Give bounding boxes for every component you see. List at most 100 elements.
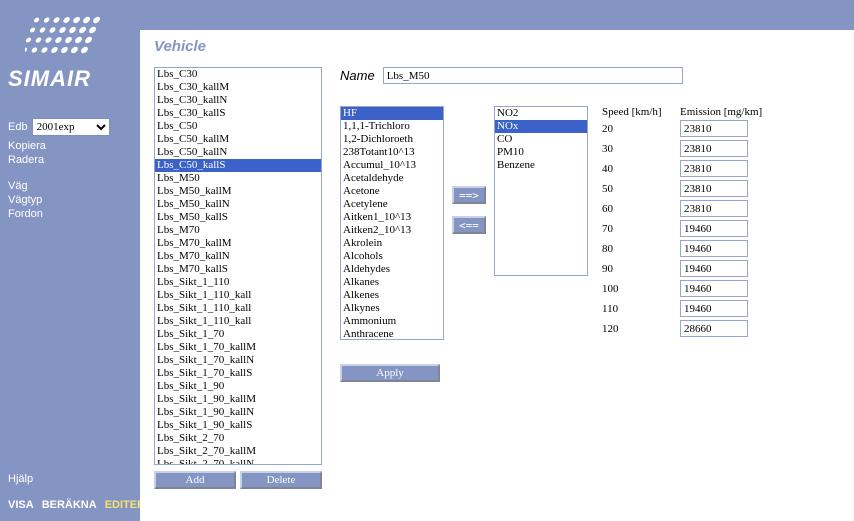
add-button[interactable]: Add xyxy=(154,471,236,489)
vehicle-option[interactable]: Lbs_C30_kallM xyxy=(155,81,321,94)
selected-substances-list[interactable]: NO2NOxCOPM10Benzene xyxy=(494,106,588,276)
available-option[interactable]: Alkanes xyxy=(341,276,443,289)
name-label: Name xyxy=(340,68,375,83)
available-option[interactable]: Ammonium xyxy=(341,315,443,328)
emission-row: 50 xyxy=(602,180,762,197)
mode-link-visa[interactable]: VISA xyxy=(8,499,34,511)
vehicle-option[interactable]: Lbs_C30 xyxy=(155,68,321,81)
help-link[interactable]: Hjälp xyxy=(8,473,153,485)
emission-input[interactable] xyxy=(680,120,748,137)
selected-option[interactable]: Benzene xyxy=(495,159,587,172)
emission-input[interactable] xyxy=(680,220,748,237)
available-option[interactable]: Aitken2_10^13 xyxy=(341,224,443,237)
vehicle-option[interactable]: Lbs_M50_kallN xyxy=(155,198,321,211)
mode-link-beräkna[interactable]: BERÄKNA xyxy=(42,499,97,511)
vehicle-option[interactable]: Lbs_C30_kallS xyxy=(155,107,321,120)
speed-cell: 50 xyxy=(602,183,680,195)
available-option[interactable]: Alcohols xyxy=(341,250,443,263)
side-link-fordon[interactable]: Fordon xyxy=(8,208,132,220)
vehicle-option[interactable]: Lbs_Sikt_2_70_kallM xyxy=(155,445,321,458)
available-option[interactable]: 1,2-Dichloroeth xyxy=(341,133,443,146)
available-option[interactable]: Accumul_10^13 xyxy=(341,159,443,172)
emission-row: 100 xyxy=(602,280,762,297)
emission-input[interactable] xyxy=(680,140,748,157)
vehicle-option[interactable]: Lbs_M70 xyxy=(155,224,321,237)
available-option[interactable]: 238Totant10^13 xyxy=(341,146,443,159)
side-link-radera[interactable]: Radera xyxy=(8,154,132,166)
page-title: Vehicle xyxy=(154,38,840,55)
vehicle-option[interactable]: Lbs_M50_kallM xyxy=(155,185,321,198)
available-option[interactable]: Acetylene xyxy=(341,198,443,211)
move-right-button[interactable]: ==> xyxy=(452,186,486,204)
side-link-väg[interactable]: Väg xyxy=(8,180,132,192)
emission-input[interactable] xyxy=(680,320,748,337)
vehicle-option[interactable]: Lbs_Sikt_1_110_kall xyxy=(155,302,321,315)
selected-option[interactable]: PM10 xyxy=(495,146,587,159)
vehicle-option[interactable]: Lbs_Sikt_1_110_kall xyxy=(155,315,321,328)
vehicle-option[interactable]: Lbs_C50_kallM xyxy=(155,133,321,146)
vehicle-option[interactable]: Lbs_C50 xyxy=(155,120,321,133)
speed-header: Speed [km/h] xyxy=(602,106,680,118)
emission-row: 70 xyxy=(602,220,762,237)
selected-option[interactable]: CO xyxy=(495,133,587,146)
emission-input[interactable] xyxy=(680,300,748,317)
side-link-vägtyp[interactable]: Vägtyp xyxy=(8,194,132,206)
vehicle-option[interactable]: Lbs_C50_kallN xyxy=(155,146,321,159)
side-link-kopiera[interactable]: Kopiera xyxy=(8,140,132,152)
vehicle-option[interactable]: Lbs_Sikt_1_90_kallS xyxy=(155,419,321,432)
emission-input[interactable] xyxy=(680,280,748,297)
available-option[interactable]: Acetone xyxy=(341,185,443,198)
available-option[interactable]: Akrolein xyxy=(341,237,443,250)
vehicle-option[interactable]: Lbs_Sikt_1_90_kallM xyxy=(155,393,321,406)
emission-input[interactable] xyxy=(680,240,748,257)
emission-input[interactable] xyxy=(680,200,748,217)
logo-dots-icon xyxy=(25,10,115,60)
vehicle-option[interactable]: Lbs_Sikt_1_90 xyxy=(155,380,321,393)
speed-cell: 20 xyxy=(602,123,680,135)
available-option[interactable]: Alkynes xyxy=(341,302,443,315)
vehicle-option[interactable]: Lbs_M70_kallN xyxy=(155,250,321,263)
move-left-button[interactable]: <== xyxy=(452,216,486,234)
emission-input[interactable] xyxy=(680,180,748,197)
vehicle-option[interactable]: Lbs_Sikt_1_110_kall xyxy=(155,289,321,302)
vehicle-option[interactable]: Lbs_Sikt_1_70_kallN xyxy=(155,354,321,367)
vehicle-list[interactable]: Lbs_C30Lbs_C30_kallMLbs_C30_kallNLbs_C30… xyxy=(154,67,322,465)
selected-option[interactable]: NO2 xyxy=(495,107,587,120)
available-option[interactable]: Alkenes xyxy=(341,289,443,302)
edb-select[interactable]: 2001exp xyxy=(32,118,110,136)
delete-button[interactable]: Delete xyxy=(240,471,322,489)
available-option[interactable]: Acetaldehyde xyxy=(341,172,443,185)
emission-row: 80 xyxy=(602,240,762,257)
emission-input[interactable] xyxy=(680,260,748,277)
speed-cell: 120 xyxy=(602,323,680,335)
speed-cell: 40 xyxy=(602,163,680,175)
emission-row: 120 xyxy=(602,320,762,337)
vehicle-option[interactable]: Lbs_Sikt_1_110 xyxy=(155,276,321,289)
vehicle-option[interactable]: Lbs_M70_kallM xyxy=(155,237,321,250)
speed-cell: 60 xyxy=(602,203,680,215)
vehicle-option[interactable]: Lbs_Sikt_1_70_kallM xyxy=(155,341,321,354)
name-input[interactable] xyxy=(383,67,683,84)
vehicle-option[interactable]: Lbs_C30_kallN xyxy=(155,94,321,107)
emission-input[interactable] xyxy=(680,160,748,177)
available-option[interactable]: Anthracene xyxy=(341,328,443,340)
vehicle-option[interactable]: Lbs_M50 xyxy=(155,172,321,185)
emission-header: Emission [mg/km] xyxy=(680,106,762,118)
speed-cell: 110 xyxy=(602,303,680,315)
vehicle-option[interactable]: Lbs_C50_kallS xyxy=(155,159,321,172)
vehicle-option[interactable]: Lbs_Sikt_2_70 xyxy=(155,432,321,445)
available-option[interactable]: 1,1,1-Trichloro xyxy=(341,120,443,133)
available-option[interactable]: Aitken1_10^13 xyxy=(341,211,443,224)
selected-option[interactable]: NOx xyxy=(495,120,587,133)
available-substances-list[interactable]: HF1,1,1-Trichloro1,2-Dichloroeth238Totan… xyxy=(340,106,444,340)
available-option[interactable]: HF xyxy=(341,107,443,120)
available-option[interactable]: Aldehydes xyxy=(341,263,443,276)
apply-button[interactable]: Apply xyxy=(340,364,440,382)
vehicle-option[interactable]: Lbs_Sikt_1_70 xyxy=(155,328,321,341)
vehicle-option[interactable]: Lbs_Sikt_1_90_kallN xyxy=(155,406,321,419)
vehicle-option[interactable]: Lbs_M50_kallS xyxy=(155,211,321,224)
vehicle-option[interactable]: Lbs_Sikt_2_70_kallN xyxy=(155,458,321,465)
vehicle-option[interactable]: Lbs_Sikt_1_70_kallS xyxy=(155,367,321,380)
emission-row: 110 xyxy=(602,300,762,317)
vehicle-option[interactable]: Lbs_M70_kallS xyxy=(155,263,321,276)
